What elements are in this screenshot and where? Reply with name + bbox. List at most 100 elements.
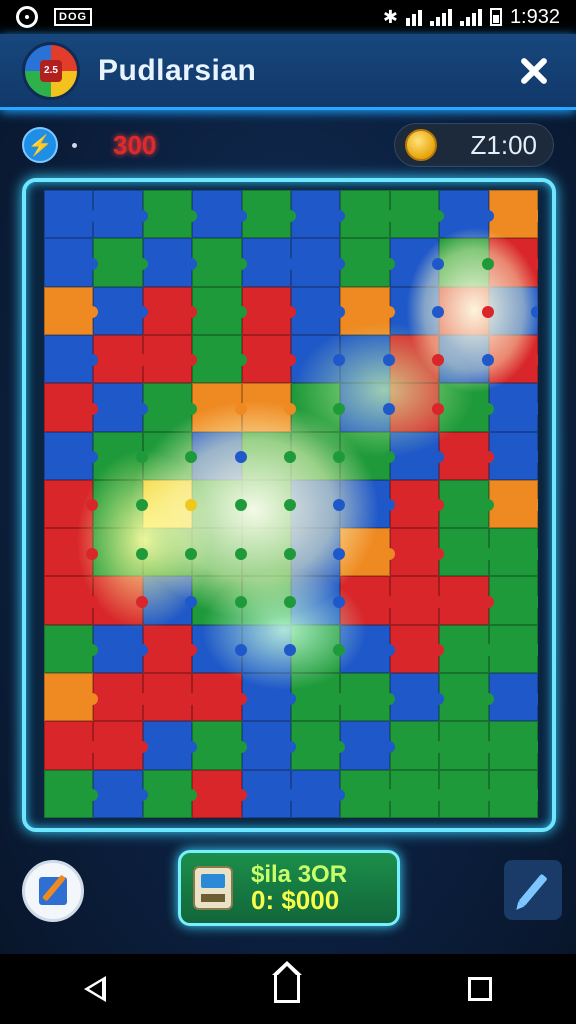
puzzle-piece[interactable] [488,238,538,287]
puzzle-piece[interactable] [192,673,248,722]
puzzle-piece[interactable] [192,383,248,432]
puzzle-piece[interactable] [192,576,248,625]
puzzle-piece[interactable] [192,721,248,770]
puzzle-piece[interactable] [44,769,99,818]
puzzle-piece[interactable] [439,576,495,625]
puzzle-piece[interactable] [291,721,346,770]
puzzle-piece[interactable] [241,479,297,529]
puzzle-piece[interactable] [192,431,248,480]
puzzle-piece[interactable] [142,479,198,529]
puzzle-piece[interactable] [389,190,445,239]
puzzle-piece[interactable] [439,721,495,770]
puzzle-piece[interactable] [389,769,445,818]
puzzle-piece[interactable] [241,673,297,722]
puzzle-piece[interactable] [439,528,495,577]
puzzle-piece[interactable] [192,238,248,287]
puzzle-piece[interactable] [142,576,198,625]
puzzle-piece[interactable] [192,528,248,577]
puzzle-piece[interactable] [93,769,149,818]
puzzle-piece[interactable] [241,334,297,384]
puzzle-piece[interactable] [192,286,248,335]
puzzle-piece[interactable] [93,576,149,625]
puzzle-piece[interactable] [291,528,346,577]
recents-icon[interactable] [468,977,492,1001]
puzzle-piece[interactable] [291,383,346,432]
puzzle-piece[interactable] [488,286,538,335]
puzzle-piece[interactable] [291,238,346,287]
puzzle-piece[interactable] [389,383,445,432]
puzzle-piece[interactable] [241,431,297,480]
puzzle-piece[interactable] [389,286,445,335]
puzzle-piece[interactable] [142,769,198,818]
puzzle-piece[interactable] [93,190,149,239]
puzzle-piece[interactable] [241,576,297,625]
puzzle-piece[interactable] [93,431,149,480]
puzzle-piece[interactable] [44,528,99,577]
puzzle-piece[interactable] [439,673,495,722]
puzzle-piece[interactable] [142,624,198,674]
puzzle-piece[interactable] [44,383,99,432]
puzzle-piece[interactable] [93,624,149,674]
puzzle-piece[interactable] [192,190,248,239]
puzzle-piece[interactable] [488,624,538,674]
puzzle-piece[interactable] [93,383,149,432]
puzzle-piece[interactable] [93,238,149,287]
puzzle-piece[interactable] [142,721,198,770]
puzzle-piece[interactable] [340,624,396,674]
puzzle-piece[interactable] [291,769,346,818]
puzzle-piece[interactable] [439,190,495,239]
puzzle-piece[interactable] [340,528,396,577]
puzzle-piece[interactable] [192,479,248,529]
puzzle-board[interactable] [44,190,538,818]
puzzle-piece[interactable] [44,576,99,625]
puzzle-piece[interactable] [241,721,297,770]
puzzle-piece[interactable] [439,383,495,432]
puzzle-piece[interactable] [241,624,297,674]
puzzle-piece[interactable] [488,431,538,480]
puzzle-piece[interactable] [340,383,396,432]
puzzle-piece[interactable] [291,576,346,625]
puzzle-piece[interactable] [142,528,198,577]
puzzle-piece[interactable] [439,624,495,674]
puzzle-piece[interactable] [44,334,99,384]
puzzle-piece[interactable] [389,479,445,529]
home-icon[interactable] [272,961,302,1003]
edit-button[interactable] [504,860,562,920]
puzzle-piece[interactable] [389,721,445,770]
puzzle-piece[interactable] [340,769,396,818]
puzzle-piece[interactable] [44,673,99,722]
puzzle-piece[interactable] [192,624,248,674]
puzzle-piece[interactable] [93,528,149,577]
puzzle-piece[interactable] [340,431,396,480]
offer-button[interactable]: $ila 3OR 0: $000 [178,850,400,926]
puzzle-piece[interactable] [488,576,538,625]
puzzle-piece[interactable] [488,721,538,770]
puzzle-piece[interactable] [142,431,198,480]
puzzle-piece[interactable] [142,238,198,287]
puzzle-piece[interactable] [192,334,248,384]
puzzle-piece[interactable] [340,576,396,625]
puzzle-piece[interactable] [340,286,396,335]
puzzle-piece[interactable] [340,238,396,287]
puzzle-piece[interactable] [241,190,297,239]
puzzle-piece[interactable] [142,673,198,722]
puzzle-piece[interactable] [389,334,445,384]
puzzle-piece[interactable] [241,528,297,577]
puzzle-piece[interactable] [389,238,445,287]
puzzle-piece[interactable] [93,479,149,529]
puzzle-piece[interactable] [93,673,149,722]
puzzle-piece[interactable] [44,721,99,770]
puzzle-piece[interactable] [488,479,538,529]
puzzle-piece[interactable] [93,286,149,335]
puzzle-piece[interactable] [291,431,346,480]
puzzle-piece[interactable] [44,190,99,239]
puzzle-piece[interactable] [389,624,445,674]
puzzle-piece[interactable] [340,673,396,722]
puzzle-piece[interactable] [241,383,297,432]
puzzle-piece[interactable] [389,528,445,577]
puzzle-piece[interactable] [340,479,396,529]
puzzle-piece[interactable] [44,286,99,335]
puzzle-piece[interactable] [439,479,495,529]
puzzle-piece[interactable] [142,286,198,335]
puzzle-piece[interactable] [291,190,346,239]
